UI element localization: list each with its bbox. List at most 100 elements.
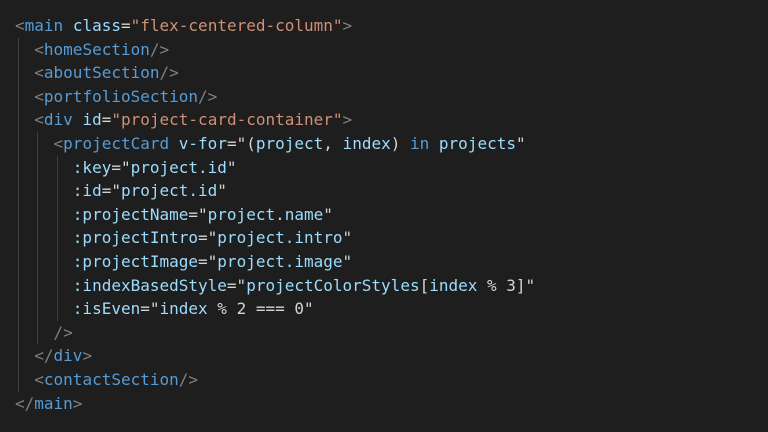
code-line[interactable]: /> — [0, 320, 768, 345]
code-line[interactable]: <div id="project-card-container"> — [0, 108, 768, 132]
code-token-var: project.name — [207, 204, 324, 224]
code-token-attr: id — [82, 110, 102, 130]
code-token-var: projects — [438, 133, 516, 153]
code-token-punct: </ — [34, 346, 54, 366]
code-token-var: project — [255, 133, 324, 153]
code-token-text: , — [323, 133, 343, 153]
indentation — [15, 181, 73, 200]
code-line[interactable]: <projectCard v-for="(project, index) in … — [0, 131, 768, 156]
code-token-text: % 2 === 0" — [207, 299, 314, 319]
code-line[interactable]: :projectName="project.name" — [0, 202, 768, 227]
indentation — [15, 299, 73, 318]
code-token-kw: in — [410, 133, 430, 153]
indentation — [15, 110, 34, 129]
code-token-punct: > — [72, 393, 83, 413]
code-token-tag: homeSection — [43, 39, 150, 59]
code-token-tag: portfolioSection — [43, 86, 199, 106]
indentation — [15, 252, 73, 271]
code-token-punct: > — [342, 16, 353, 35]
code-line[interactable]: :projectImage="project.image" — [0, 249, 768, 274]
code-token-tag: aboutSection — [43, 63, 160, 83]
code-editor[interactable]: <main class="flex-centered-column"> <hom… — [0, 0, 768, 432]
code-token-text: =" — [111, 157, 131, 177]
code-token-punct: /> — [159, 63, 179, 83]
code-token-attr: class — [72, 16, 121, 35]
code-token-punct: < — [34, 110, 44, 130]
code-token-var: index — [159, 299, 208, 319]
code-token-text: =" — [226, 275, 247, 295]
code-token-str: "flex-centered-column" — [130, 16, 343, 35]
code-line[interactable]: <homeSection/> — [0, 37, 768, 62]
code-token-text: = — [120, 16, 131, 35]
indentation — [15, 63, 34, 82]
code-token-attr: :isEven — [72, 299, 141, 319]
code-token-text: =" — [140, 299, 160, 319]
code-token-tag: projectCard — [63, 133, 170, 153]
code-token-tag: contactSection — [43, 369, 179, 389]
code-line[interactable]: :projectIntro="project.intro" — [0, 226, 768, 250]
code-token-text: " — [342, 251, 353, 271]
code-token-text: [ — [419, 275, 430, 295]
code-token-tag: div — [43, 110, 73, 130]
code-token-punct: /> — [198, 86, 218, 106]
code-token-punct: < — [34, 369, 44, 389]
code-token-text: =" — [188, 204, 208, 224]
code-line[interactable]: :isEven="index % 2 === 0" — [0, 297, 768, 321]
code-token-text: =" — [198, 228, 218, 248]
code-token-punct: < — [34, 86, 44, 106]
code-token-var: index — [342, 133, 391, 153]
code-token-text: ) — [390, 133, 410, 153]
code-token-text: % 3]" — [477, 275, 536, 295]
code-token-var: project.intro — [217, 228, 343, 248]
code-token-attr: :projectImage — [72, 251, 199, 271]
code-token-punct: < — [34, 39, 44, 59]
code-line[interactable]: <contactSection/> — [0, 367, 768, 392]
code-token-var: projectColorStyles — [246, 275, 420, 295]
code-token-var: project.image — [217, 251, 343, 271]
code-token-punct: /> — [178, 369, 199, 389]
code-line[interactable]: :indexBasedStyle="projectColorStyles[ind… — [0, 273, 768, 298]
code-line[interactable]: <main class="flex-centered-column"> — [0, 14, 768, 38]
code-token-attr: :indexBasedStyle — [72, 275, 227, 295]
code-token-attr: :id — [72, 181, 102, 201]
code-token-tag: div — [53, 346, 83, 366]
code-token-punct: > — [82, 346, 93, 366]
code-token-attr: :projectIntro — [72, 228, 199, 248]
code-token-text: = — [101, 110, 112, 130]
code-token-tag: main — [24, 16, 64, 35]
code-line[interactable]: </main> — [0, 392, 768, 416]
indentation — [15, 158, 73, 177]
code-token-var: project.id — [130, 157, 227, 177]
code-token-punct: </ — [15, 393, 35, 413]
indentation — [15, 228, 73, 247]
code-token-text: " — [515, 133, 526, 153]
indentation — [15, 205, 73, 224]
indentation — [15, 346, 34, 365]
code-line[interactable]: <aboutSection/> — [0, 61, 768, 85]
code-token-punct: > — [342, 110, 353, 130]
indentation — [15, 87, 34, 106]
code-token-text: =" — [198, 251, 218, 271]
indentation — [15, 323, 54, 342]
indentation — [15, 370, 34, 389]
indentation — [15, 40, 34, 59]
code-token-punct: < — [15, 16, 25, 35]
code-token-punct: /> — [53, 322, 73, 342]
code-line[interactable]: </div> — [0, 344, 768, 368]
code-token-punct: /> — [149, 39, 170, 59]
code-token-var: index — [429, 275, 478, 295]
code-line[interactable]: :id="project.id" — [0, 179, 768, 203]
code-line[interactable]: <portfolioSection/> — [0, 84, 768, 109]
indentation — [15, 276, 73, 295]
code-line[interactable]: :key="project.id" — [0, 155, 768, 180]
code-token-text: " — [342, 228, 353, 248]
code-token-attr: :key — [72, 157, 112, 177]
code-token-text: =" — [101, 181, 121, 201]
code-token-text: " — [323, 204, 333, 224]
code-token-str: "project-card-container" — [111, 110, 343, 130]
code-token-var: project.id — [120, 181, 218, 201]
